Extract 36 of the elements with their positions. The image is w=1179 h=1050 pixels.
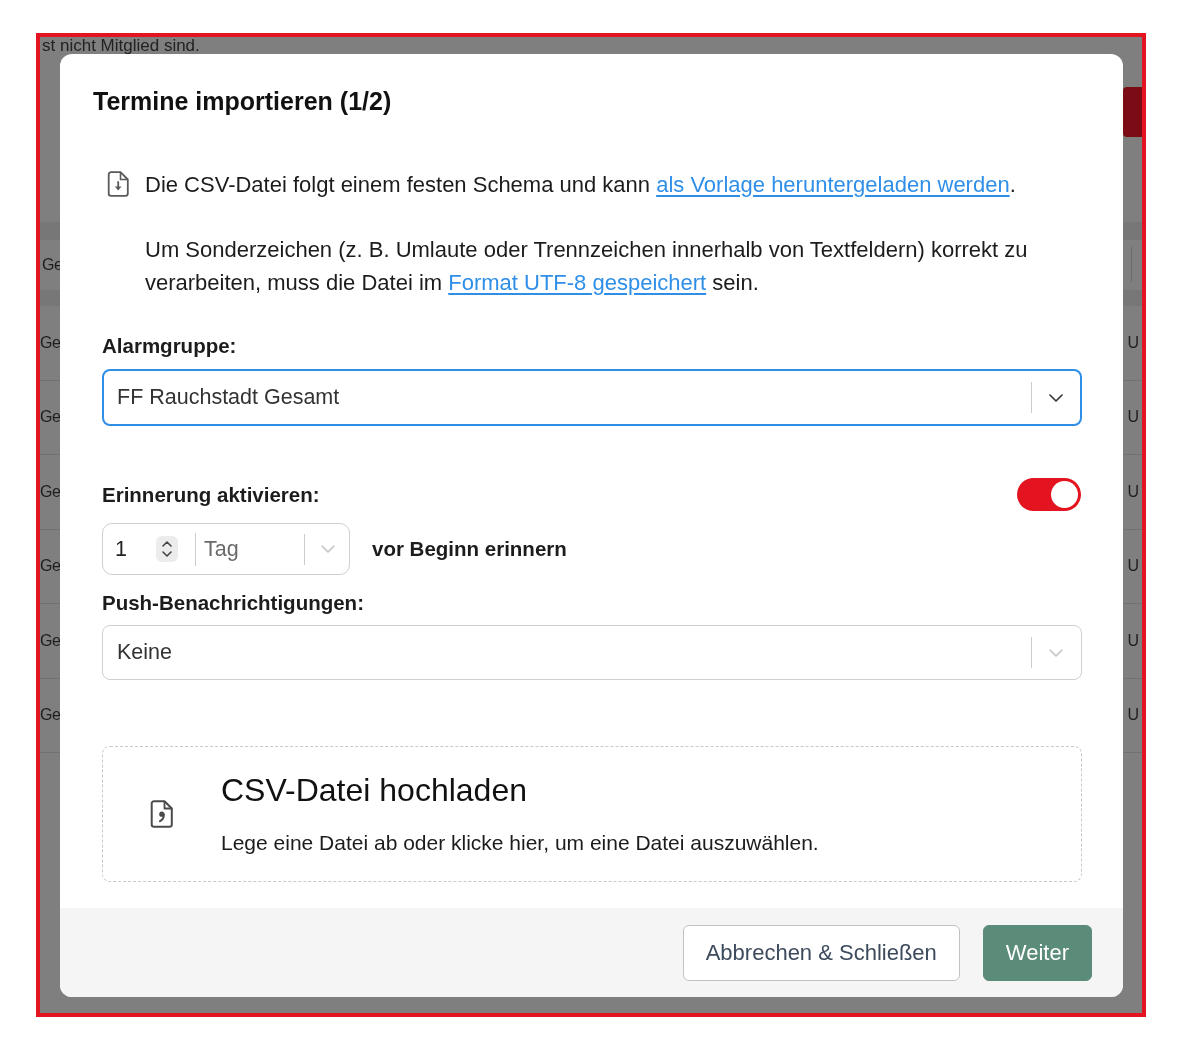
table-cell-text: U	[1127, 706, 1140, 725]
table-cell-text: U	[1127, 408, 1140, 427]
table-cell-text: U	[1127, 631, 1140, 650]
page-text: st nicht Mitglied sind.	[41, 37, 200, 54]
field-label: Alarmgruppe:	[102, 334, 237, 358]
table-cell: Ge	[40, 631, 61, 650]
file-comma-icon	[150, 800, 173, 828]
chevron-down-icon	[321, 545, 335, 553]
amount-input[interactable]: 1	[103, 524, 195, 574]
chevron-down-icon	[1049, 648, 1063, 657]
file-download-icon	[107, 171, 129, 197]
table-cell: Ge	[40, 408, 61, 427]
table-cell-text: U	[1127, 557, 1140, 576]
field-label: Erinnerung aktivieren:	[102, 482, 320, 507]
reminder-toggle[interactable]	[1017, 478, 1081, 511]
table-cell: Ge	[40, 557, 61, 576]
cancel-button[interactable]: Abbrechen & Schließen	[682, 925, 960, 981]
upload-dropzone[interactable]: CSV-Datei hochladen Lege eine Datei ab oder klicke hier, um eine Datei auszuwählen.	[102, 746, 1082, 882]
upload-hint-text: Lege eine Datei ab oder klicke hier, um eine Datei auszuwählen.	[221, 830, 819, 856]
table-cell: Ge	[40, 706, 61, 725]
info-text: Die CSV-Datei folgt einem festen Schema und kann als Vorlage heruntergeladen werden.	[145, 170, 1016, 199]
encoding-hint-text: Um Sonderzeichen (z. B. Umlaute oder Trennzeichen innerhalb von Textfeldern) korrekt zu verarbeiten, muss die Datei im Format UTF-8 gespeichert sein.	[145, 235, 1029, 297]
dialog-title: Termine importieren (1/2)	[93, 87, 392, 115]
reminder-suffix-text: vor Beginn erinnern	[372, 537, 567, 561]
table-cell-text: U	[1127, 333, 1140, 352]
chevron-down-icon	[1049, 393, 1063, 402]
next-button[interactable]: Weiter	[982, 925, 1092, 981]
field-label: Push-Benachrichtigungen:	[102, 591, 364, 615]
table-cell-text: U	[1127, 482, 1140, 501]
unit-select[interactable]: Tag	[196, 524, 349, 574]
push-notification-select[interactable]: Keine	[102, 625, 1082, 680]
table-cell: Ge	[40, 482, 61, 501]
upload-title: CSV-Datei hochladen	[221, 772, 527, 808]
stepper-icon[interactable]	[156, 536, 178, 562]
alarm-group-select[interactable]: FF Rauchstadt Gesamt	[102, 369, 1082, 426]
table-cell: Ge	[40, 333, 61, 352]
